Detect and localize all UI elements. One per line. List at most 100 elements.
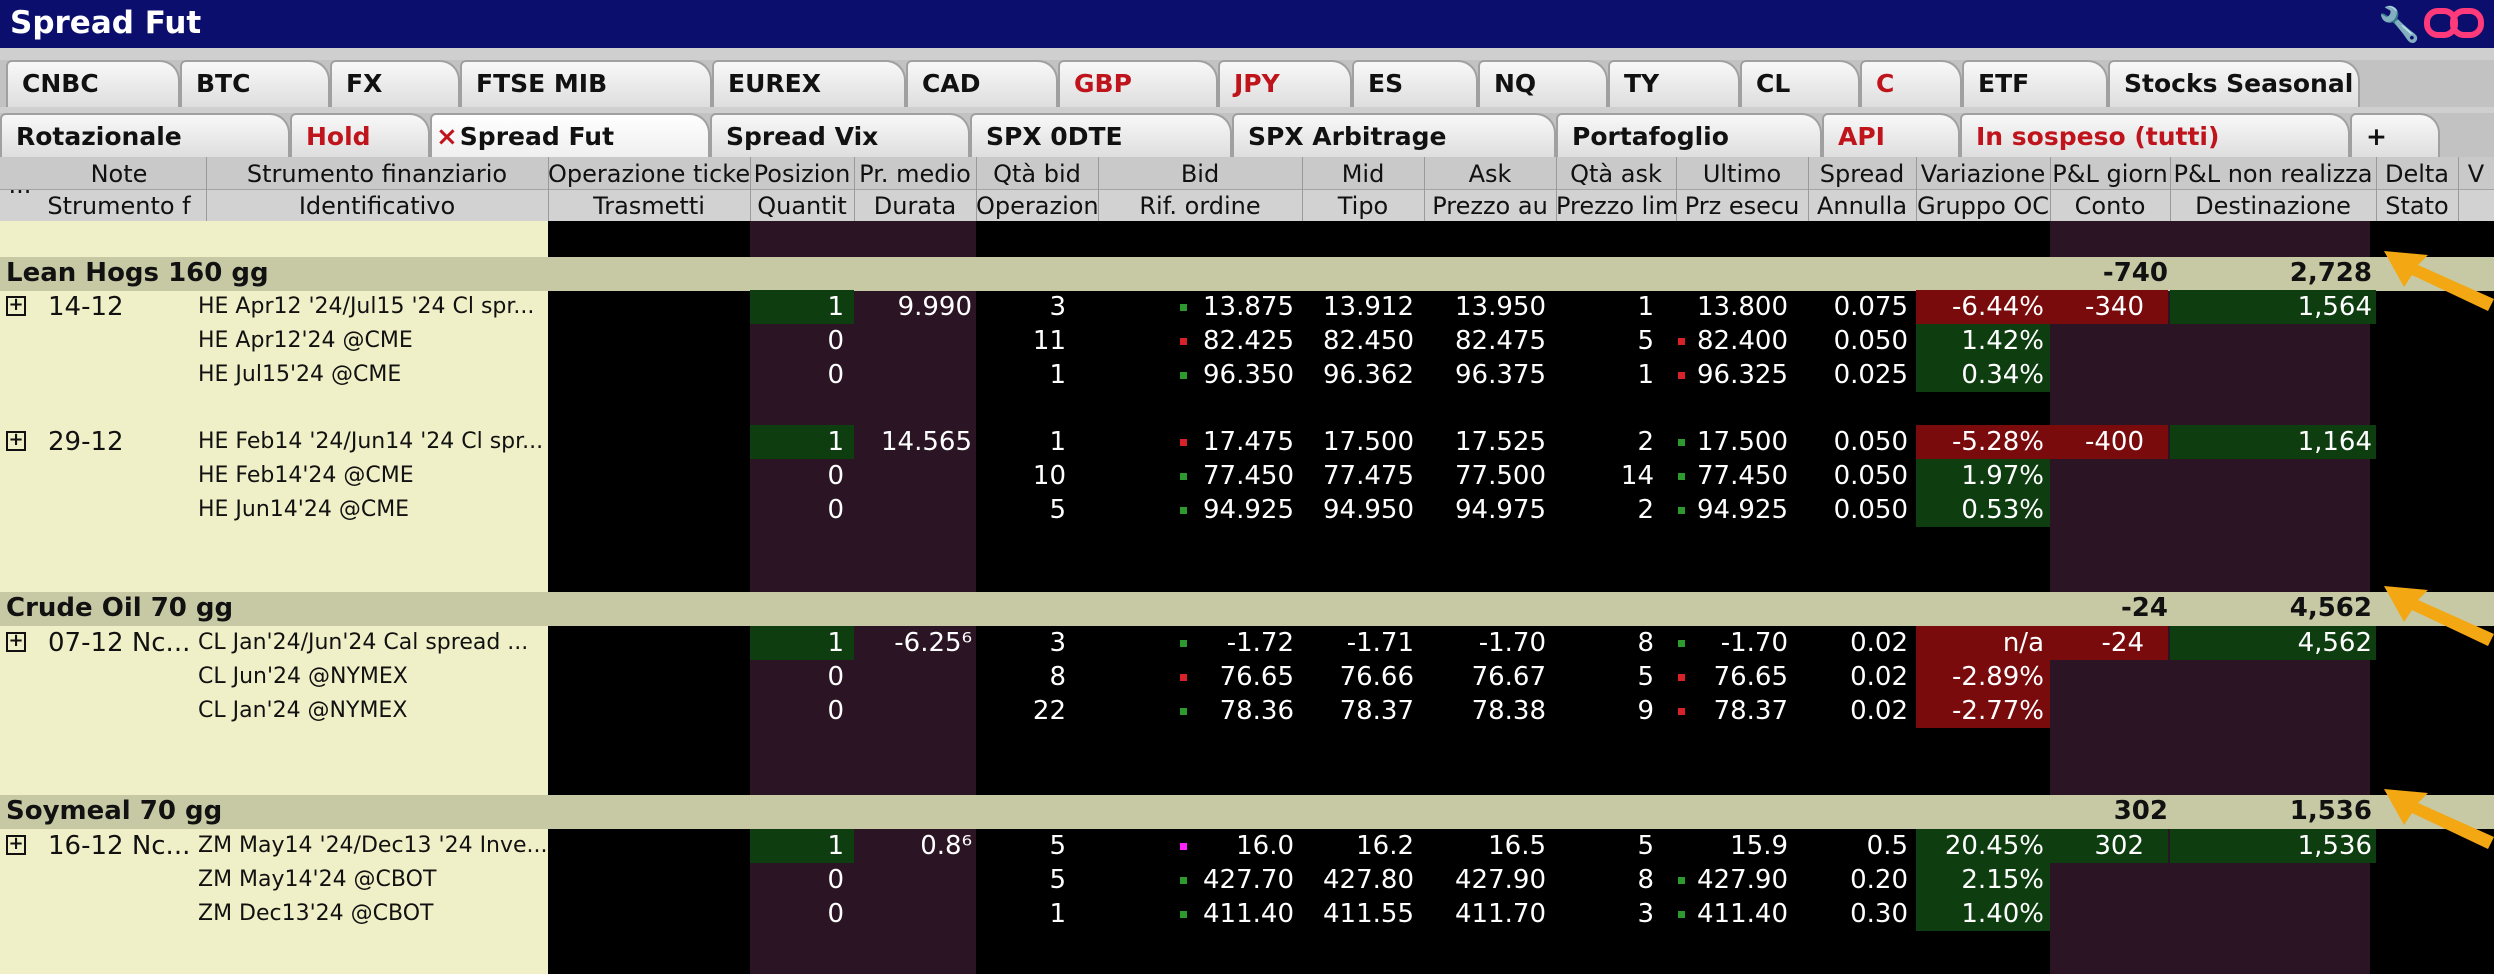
ask-cell[interactable]: -1.70 — [1424, 626, 1546, 660]
tab-nq[interactable]: NQ — [1478, 60, 1608, 107]
bid-cell[interactable]: -1.72 — [1190, 626, 1294, 660]
wrench-icon[interactable]: 🔧 — [2378, 5, 2420, 45]
column-header-cell[interactable]: Qtà bid — [976, 160, 1098, 188]
tab-portafoglio[interactable]: Portafoglio — [1556, 113, 1822, 157]
expand-plus-icon[interactable]: + — [6, 431, 26, 451]
bid-cell[interactable]: 78.36 — [1190, 694, 1294, 728]
instrument-cell[interactable]: HE Apr12 '24/Jul15 '24 Cl spr... — [198, 290, 548, 324]
column-header-cell[interactable]: Prz esecu — [1676, 192, 1808, 220]
leg-row[interactable]: HE Jun14'24 @CME 0 5 94.925 94.950 94.975 2 94.… — [0, 492, 2494, 527]
column-header-cell[interactable]: Identificativo — [206, 192, 548, 220]
tab-rotazionale[interactable]: Rotazionale — [0, 113, 290, 157]
column-header-cell[interactable]: Delta — [2376, 160, 2458, 188]
bid-cell[interactable]: 16.0 — [1190, 829, 1294, 863]
tab-fx[interactable]: FX — [330, 60, 460, 107]
tab-cnbc[interactable]: CNBC — [6, 60, 180, 107]
bid-cell[interactable]: 17.475 — [1190, 425, 1294, 459]
spread-row[interactable]: +29-12 HE Feb14 '24/Jun14 '24 Cl spr... 1 1… — [0, 425, 2494, 459]
expand-plus-icon[interactable]: + — [6, 632, 26, 652]
tab-spx-arbitrage[interactable]: SPX Arbitrage — [1232, 113, 1556, 157]
instrument-cell[interactable]: CL Jan'24 @NYMEX — [198, 694, 548, 728]
instrument-cell[interactable]: ZM May14'24 @CBOT — [198, 863, 548, 897]
instrument-cell[interactable]: HE Feb14 '24/Jun14 '24 Cl spr... — [198, 425, 548, 459]
tab-eurex[interactable]: EUREX — [712, 60, 906, 107]
column-header-cell[interactable]: Quantit — [750, 192, 854, 220]
leg-row[interactable]: CL Jan'24 @NYMEX 0 22 78.36 78.37 78.38 9 78.37… — [0, 693, 2494, 728]
instrument-cell[interactable]: HE Feb14'24 @CME — [198, 459, 548, 493]
instrument-cell[interactable]: ZM Dec13'24 @CBOT — [198, 897, 548, 931]
group-row[interactable]: Lean Hogs 160 gg -740 2,728 — [0, 257, 2494, 291]
column-header-cell[interactable]: Strumento finanziario — [206, 160, 548, 188]
tab-jpy[interactable]: JPY — [1218, 60, 1352, 107]
column-chooser-button[interactable]: ... — [8, 171, 32, 199]
column-header-cell[interactable]: Qtà ask — [1556, 160, 1676, 188]
instrument-cell[interactable]: CL Jun'24 @NYMEX — [198, 660, 548, 694]
column-header-cell[interactable]: Stato — [2376, 192, 2458, 220]
column-header-cell[interactable]: Ask — [1424, 160, 1556, 188]
tab-es[interactable]: ES — [1352, 60, 1478, 107]
tab-ftse-mib[interactable]: FTSE MIB — [460, 60, 712, 107]
link-icon[interactable] — [2424, 2, 2484, 44]
ask-cell[interactable]: 76.67 — [1424, 660, 1546, 694]
expand-plus-icon[interactable]: + — [6, 296, 26, 316]
expand-plus-icon[interactable]: + — [6, 835, 26, 855]
ask-cell[interactable]: 13.950 — [1424, 290, 1546, 324]
bid-cell[interactable]: 13.875 — [1190, 290, 1294, 324]
leg-row[interactable]: HE Jul15'24 @CME 0 1 96.350 96.362 96.375 1 96.… — [0, 357, 2494, 392]
ask-cell[interactable]: 17.525 — [1424, 425, 1546, 459]
column-header-cell[interactable]: Tipo — [1302, 192, 1424, 220]
tab-etf[interactable]: ETF — [1962, 60, 2108, 107]
tab-ty[interactable]: TY — [1608, 60, 1740, 107]
tab-in-sospeso-tutti-[interactable]: In sospeso (tutti) — [1960, 113, 2350, 157]
spread-row[interactable]: +07-12 Nc... CL Jan'24/Jun'24 Cal spread … — [0, 626, 2494, 660]
group-row[interactable]: Crude Oil 70 gg -24 4,562 — [0, 592, 2494, 626]
bid-cell[interactable]: 411.40 — [1190, 897, 1294, 931]
column-header-cell[interactable]: Operazione ticke — [548, 160, 750, 188]
column-header-cell[interactable]: Note — [32, 160, 206, 188]
ask-cell[interactable]: 96.375 — [1424, 358, 1546, 392]
instrument-cell[interactable]: HE Jun14'24 @CME — [198, 493, 548, 527]
column-header-cell[interactable]: P&L non realizza — [2170, 160, 2376, 188]
column-header-cell[interactable]: Conto — [2050, 192, 2170, 220]
column-header-cell[interactable]: V — [2458, 160, 2494, 188]
column-header-cell[interactable]: Annulla — [1808, 192, 1916, 220]
column-header-cell[interactable]: Durata — [854, 192, 976, 220]
instrument-cell[interactable]: ZM May14 '24/Dec13 '24 Inve... — [198, 829, 548, 863]
tab-cad[interactable]: CAD — [906, 60, 1058, 107]
spread-row[interactable]: +14-12 HE Apr12 '24/Jul15 '24 Cl spr... 1 9… — [0, 290, 2494, 324]
ask-cell[interactable]: 82.475 — [1424, 324, 1546, 358]
leg-row[interactable]: HE Apr12'24 @CME 0 11 82.425 82.450 82.475 5 82… — [0, 323, 2494, 358]
tab-hold[interactable]: Hold — [290, 113, 430, 157]
tab-btc[interactable]: BTC — [180, 60, 330, 107]
bid-cell[interactable]: 96.350 — [1190, 358, 1294, 392]
leg-row[interactable]: ZM May14'24 @CBOT 0 5 427.70 427.80 427.90 8 42… — [0, 862, 2494, 897]
bid-cell[interactable]: 94.925 — [1190, 493, 1294, 527]
ask-cell[interactable]: 411.70 — [1424, 897, 1546, 931]
tab-api[interactable]: API — [1822, 113, 1960, 157]
tab-spread-vix[interactable]: Spread Vix — [710, 113, 970, 157]
tab-stocks-seasonal[interactable]: Stocks Seasonal — [2108, 60, 2360, 107]
bid-cell[interactable]: 77.450 — [1190, 459, 1294, 493]
tab-c[interactable]: C — [1860, 60, 1962, 107]
leg-row[interactable]: ZM Dec13'24 @CBOT 0 1 411.40 411.55 411.70 3 41… — [0, 896, 2494, 931]
tab-spx-0dte[interactable]: SPX 0DTE — [970, 113, 1232, 157]
bid-cell[interactable]: 427.70 — [1190, 863, 1294, 897]
column-header-cell[interactable]: Gruppo OC — [1916, 192, 2050, 220]
column-header-cell[interactable]: Pr. medio — [854, 160, 976, 188]
instrument-cell[interactable]: CL Jan'24/Jun'24 Cal spread ... — [198, 626, 548, 660]
close-tab-icon[interactable]: × — [436, 122, 458, 152]
column-header-cell[interactable]: Bid — [1098, 160, 1302, 188]
leg-row[interactable]: HE Feb14'24 @CME 0 10 77.450 77.475 77.500 14 7… — [0, 458, 2494, 493]
column-header-cell[interactable]: Trasmetti — [548, 192, 750, 220]
ask-cell[interactable]: 427.90 — [1424, 863, 1546, 897]
bid-cell[interactable]: 76.65 — [1190, 660, 1294, 694]
column-header-cell[interactable]: Rif. ordine — [1098, 192, 1302, 220]
column-header-cell[interactable]: Variazione — [1916, 160, 2050, 188]
column-header-cell[interactable]: Posizion — [750, 160, 854, 188]
tab-spread-fut[interactable]: ×Spread Fut — [430, 113, 710, 157]
column-header-cell[interactable]: Ultimo — [1676, 160, 1808, 188]
tab-cl[interactable]: CL — [1740, 60, 1860, 107]
ask-cell[interactable]: 94.975 — [1424, 493, 1546, 527]
column-header-cell[interactable]: P&L giorn — [2050, 160, 2170, 188]
bid-cell[interactable]: 82.425 — [1190, 324, 1294, 358]
